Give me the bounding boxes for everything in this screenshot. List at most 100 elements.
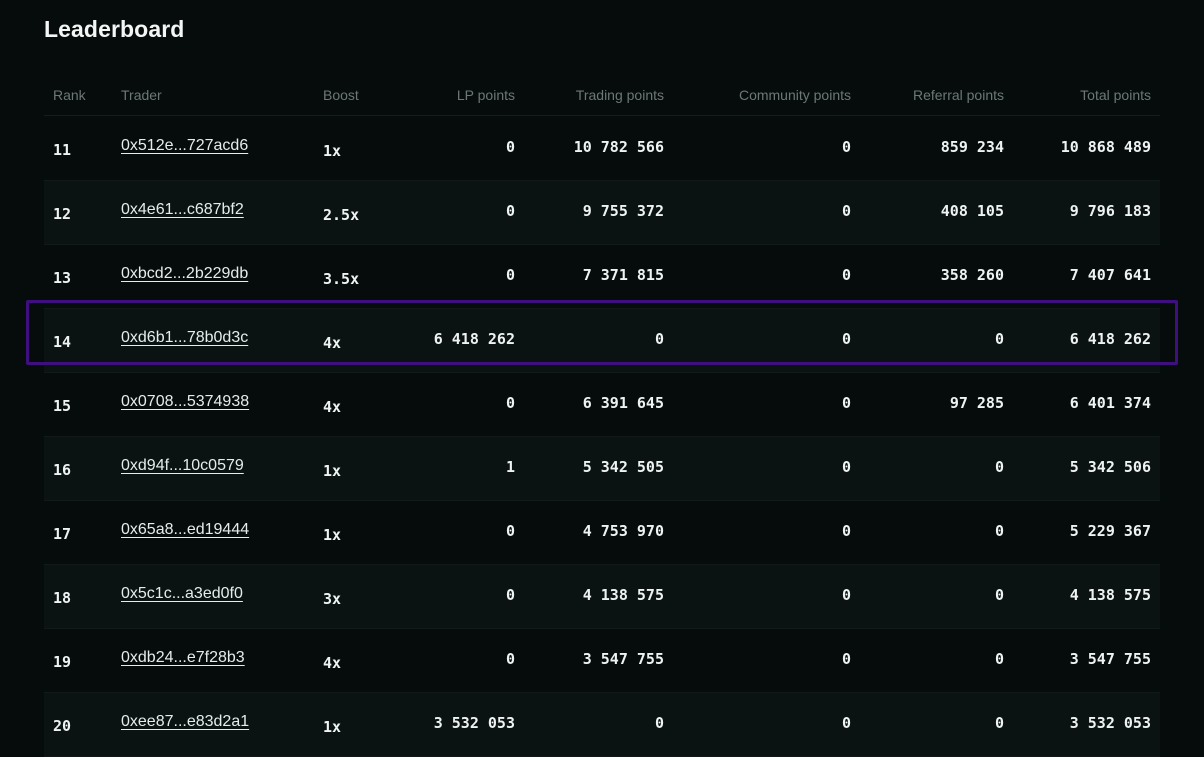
- referral-points-cell: 0: [994, 650, 1004, 668]
- header-community-points: Community points: [738, 87, 851, 103]
- total-points-cell: 6 418 262: [1069, 330, 1151, 348]
- header-trading-points: Trading points: [575, 87, 664, 103]
- trading-points-cell: 4 753 970: [582, 522, 664, 540]
- lp-points-cell: 0: [505, 266, 515, 284]
- table-row: 12 0x4e61...c687bf2 2.5x 0 9 755 372 0 408 105…: [44, 181, 1160, 245]
- referral-points-cell: 97 285: [949, 394, 1004, 412]
- community-points-cell: 0: [841, 650, 851, 668]
- total-points-cell: 7 407 641: [1069, 266, 1151, 284]
- referral-points-cell: 0: [994, 714, 1004, 732]
- header-lp-points: LP points: [456, 87, 515, 103]
- boost-cell: 3x: [323, 590, 342, 608]
- rank-cell: 18: [53, 589, 72, 607]
- referral-points-cell: 0: [994, 330, 1004, 348]
- trading-points-cell: 7 371 815: [582, 266, 664, 284]
- lp-points-cell: 0: [505, 650, 515, 668]
- boost-cell: 1x: [323, 462, 342, 480]
- trader-address-link[interactable]: 0xdb24...e7f28b3: [121, 649, 245, 667]
- community-points-cell: 0: [841, 266, 851, 284]
- community-points-cell: 0: [841, 330, 851, 348]
- referral-points-cell: 859 234: [940, 138, 1004, 156]
- total-points-cell: 5 342 506: [1069, 458, 1151, 476]
- boost-cell: 1x: [323, 718, 342, 736]
- boost-cell: 1x: [323, 526, 342, 544]
- total-points-cell: 3 547 755: [1069, 650, 1151, 668]
- total-points-cell: 9 796 183: [1069, 202, 1151, 220]
- header-rank: Rank: [53, 87, 86, 103]
- lp-points-cell: 6 418 262: [433, 330, 515, 348]
- trader-address-link[interactable]: 0xd6b1...78b0d3c: [121, 329, 248, 347]
- community-points-cell: 0: [841, 458, 851, 476]
- header-referral-points: Referral points: [912, 87, 1004, 103]
- trader-address-link[interactable]: 0x5c1c...a3ed0f0: [121, 585, 243, 603]
- header-trader: Trader: [121, 87, 162, 103]
- trading-points-cell: 9 755 372: [582, 202, 664, 220]
- table-row: 11 0x512e...727acd6 1x 0 10 782 566 0 859 234 1…: [44, 117, 1160, 181]
- table-row: 19 0xdb24...e7f28b3 4x 0 3 547 755 0 0 3 547 75…: [44, 629, 1160, 693]
- boost-cell: 4x: [323, 334, 342, 352]
- referral-points-cell: 408 105: [940, 202, 1004, 220]
- lp-points-cell: 0: [505, 138, 515, 156]
- total-points-cell: 5 229 367: [1069, 522, 1151, 540]
- trading-points-cell: 10 782 566: [573, 138, 664, 156]
- community-points-cell: 0: [841, 522, 851, 540]
- rank-cell: 15: [53, 397, 72, 415]
- boost-cell: 4x: [323, 398, 342, 416]
- rank-cell: 19: [53, 653, 72, 671]
- rank-cell: 16: [53, 461, 72, 479]
- table-row: 14 0xd6b1...78b0d3c 4x 6 418 262 0 0 0 6 418 26…: [44, 309, 1160, 373]
- lp-points-cell: 0: [505, 586, 515, 604]
- lp-points-cell: 0: [505, 202, 515, 220]
- trading-points-cell: 3 547 755: [582, 650, 664, 668]
- trading-points-cell: 6 391 645: [582, 394, 664, 412]
- trading-points-cell: 4 138 575: [582, 586, 664, 604]
- table-header: Rank Trader Boost LP points Trading poin…: [44, 84, 1160, 116]
- rank-cell: 20: [53, 717, 72, 735]
- table-row: 13 0xbcd2...2b229db 3.5x 0 7 371 815 0 358 260…: [44, 245, 1160, 309]
- lp-points-cell: 1: [505, 458, 515, 476]
- community-points-cell: 0: [841, 202, 851, 220]
- header-boost: Boost: [323, 87, 359, 103]
- trader-address-link[interactable]: 0x512e...727acd6: [121, 137, 248, 155]
- total-points-cell: 6 401 374: [1069, 394, 1151, 412]
- leaderboard-page: Leaderboard Rank Trader Boost LP points …: [0, 0, 1204, 757]
- referral-points-cell: 358 260: [940, 266, 1004, 284]
- rank-cell: 14: [53, 333, 72, 351]
- boost-cell: 4x: [323, 654, 342, 672]
- trading-points-cell: 0: [654, 330, 664, 348]
- rank-cell: 17: [53, 525, 72, 543]
- boost-cell: 1x: [323, 142, 342, 160]
- trader-address-link[interactable]: 0x65a8...ed19444: [121, 521, 249, 539]
- total-points-cell: 4 138 575: [1069, 586, 1151, 604]
- table-row: 16 0xd94f...10c0579 1x 1 5 342 505 0 0 5 342 50…: [44, 437, 1160, 501]
- rank-cell: 12: [53, 205, 72, 223]
- table-row: 20 0xee87...e83d2a1 1x 3 532 053 0 0 0 3 532 05…: [44, 693, 1160, 757]
- total-points-cell: 10 868 489: [1060, 138, 1151, 156]
- header-total-points: Total points: [1080, 87, 1151, 103]
- boost-cell: 3.5x: [323, 270, 360, 288]
- table-row: 15 0x0708...5374938 4x 0 6 391 645 0 97 285 6 4…: [44, 373, 1160, 437]
- rank-cell: 13: [53, 269, 72, 287]
- community-points-cell: 0: [841, 586, 851, 604]
- referral-points-cell: 0: [994, 458, 1004, 476]
- community-points-cell: 0: [841, 138, 851, 156]
- community-points-cell: 0: [841, 714, 851, 732]
- community-points-cell: 0: [841, 394, 851, 412]
- table-row: 18 0x5c1c...a3ed0f0 3x 0 4 138 575 0 0 4 138 57…: [44, 565, 1160, 629]
- lp-points-cell: 0: [505, 522, 515, 540]
- trader-address-link[interactable]: 0xbcd2...2b229db: [121, 265, 248, 283]
- trader-address-link[interactable]: 0xee87...e83d2a1: [121, 713, 249, 731]
- total-points-cell: 3 532 053: [1069, 714, 1151, 732]
- trader-address-link[interactable]: 0x0708...5374938: [121, 393, 249, 411]
- trader-address-link[interactable]: 0x4e61...c687bf2: [121, 201, 244, 219]
- table-row: 17 0x65a8...ed19444 1x 0 4 753 970 0 0 5 229 36…: [44, 501, 1160, 565]
- rank-cell: 11: [53, 141, 72, 159]
- referral-points-cell: 0: [994, 522, 1004, 540]
- trader-address-link[interactable]: 0xd94f...10c0579: [121, 457, 244, 475]
- boost-cell: 2.5x: [323, 206, 360, 224]
- trading-points-cell: 0: [654, 714, 664, 732]
- referral-points-cell: 0: [994, 586, 1004, 604]
- lp-points-cell: 3 532 053: [433, 714, 515, 732]
- lp-points-cell: 0: [505, 394, 515, 412]
- page-title: Leaderboard: [44, 16, 185, 42]
